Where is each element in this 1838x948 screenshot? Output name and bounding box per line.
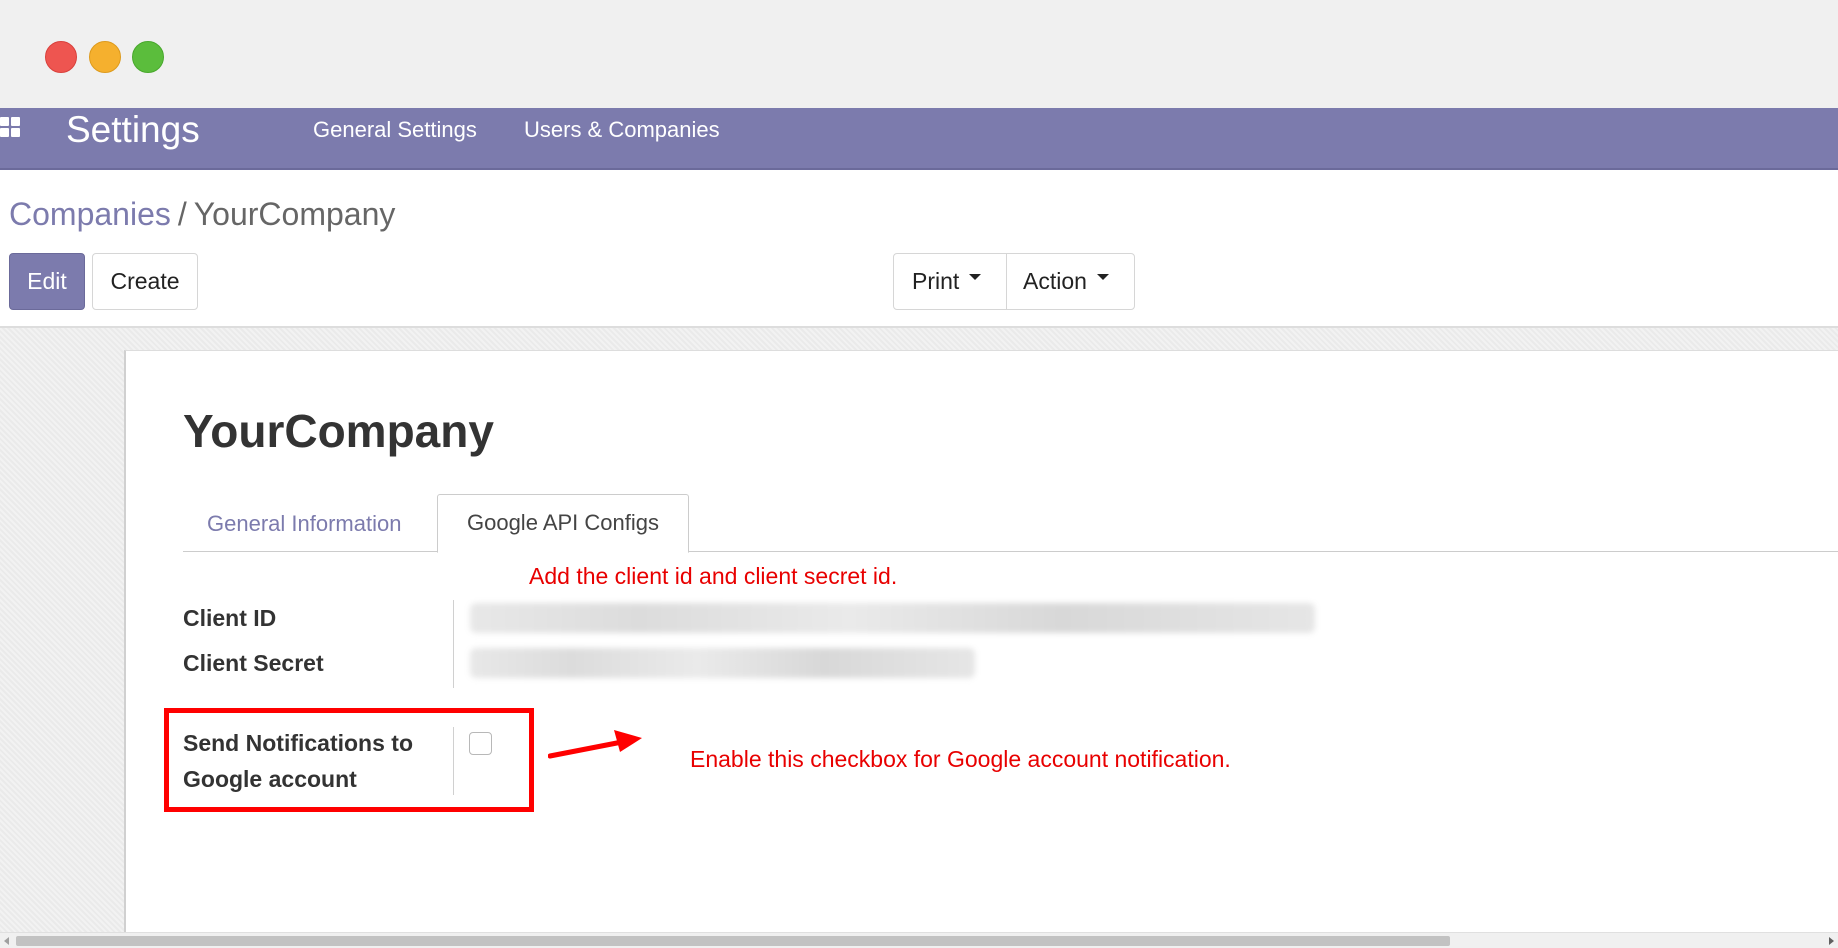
tab-general-information[interactable]: General Information [207, 511, 401, 537]
menu-users-companies[interactable]: Users & Companies [524, 116, 720, 144]
record-title: YourCompany [183, 405, 494, 457]
arrow-right-icon [548, 730, 642, 759]
send-notifications-label-line1: Send Notifications to [183, 730, 413, 756]
field-separator [453, 600, 454, 688]
scroll-left-icon[interactable] [4, 937, 9, 945]
send-notifications-label: Send Notifications to Google account [183, 725, 413, 797]
tabs-divider [183, 551, 1838, 552]
minimize-window-icon[interactable] [89, 41, 121, 73]
breadcrumb-current: YourCompany [193, 196, 396, 232]
window-titlebar [0, 0, 1838, 108]
client-id-field[interactable] [470, 603, 1315, 633]
client-secret-label: Client Secret [183, 650, 324, 676]
chevron-down-icon [969, 273, 982, 280]
client-secret-field[interactable] [470, 648, 975, 678]
send-notifications-checkbox[interactable] [469, 732, 492, 755]
action-label: Action [1023, 268, 1087, 294]
client-id-label: Client ID [183, 605, 277, 631]
breadcrumb-companies-link[interactable]: Companies [9, 196, 171, 232]
create-button[interactable]: Create [92, 253, 198, 310]
app-title[interactable]: Settings [66, 108, 200, 152]
print-dropdown-button[interactable]: Print [912, 254, 982, 309]
client-annotation: Add the client id and client secret id. [529, 563, 898, 589]
horizontal-scrollbar[interactable] [0, 932, 1838, 948]
tab-google-api-configs[interactable]: Google API Configs [437, 494, 689, 553]
breadcrumb: Companies / YourCompany [9, 194, 395, 234]
edit-button[interactable]: Edit [9, 253, 85, 310]
chevron-down-icon [1096, 273, 1109, 280]
action-dropdown-button[interactable]: Action [1023, 254, 1109, 309]
scroll-right-icon[interactable] [1829, 937, 1834, 945]
scrollbar-thumb[interactable] [16, 936, 1450, 946]
field-separator [453, 727, 454, 795]
print-action-button-group: Print Action [893, 253, 1135, 310]
apps-grid-icon[interactable] [0, 117, 22, 139]
send-notifications-label-line2: Google account [183, 766, 357, 792]
menu-general-settings[interactable]: General Settings [313, 116, 477, 144]
breadcrumb-separator: / [177, 196, 187, 232]
checkbox-annotation: Enable this checkbox for Google account … [690, 746, 1231, 772]
top-navbar [0, 108, 1838, 170]
close-window-icon[interactable] [45, 41, 77, 73]
maximize-window-icon[interactable] [132, 41, 164, 73]
button-divider [1006, 254, 1007, 309]
print-label: Print [912, 268, 960, 294]
